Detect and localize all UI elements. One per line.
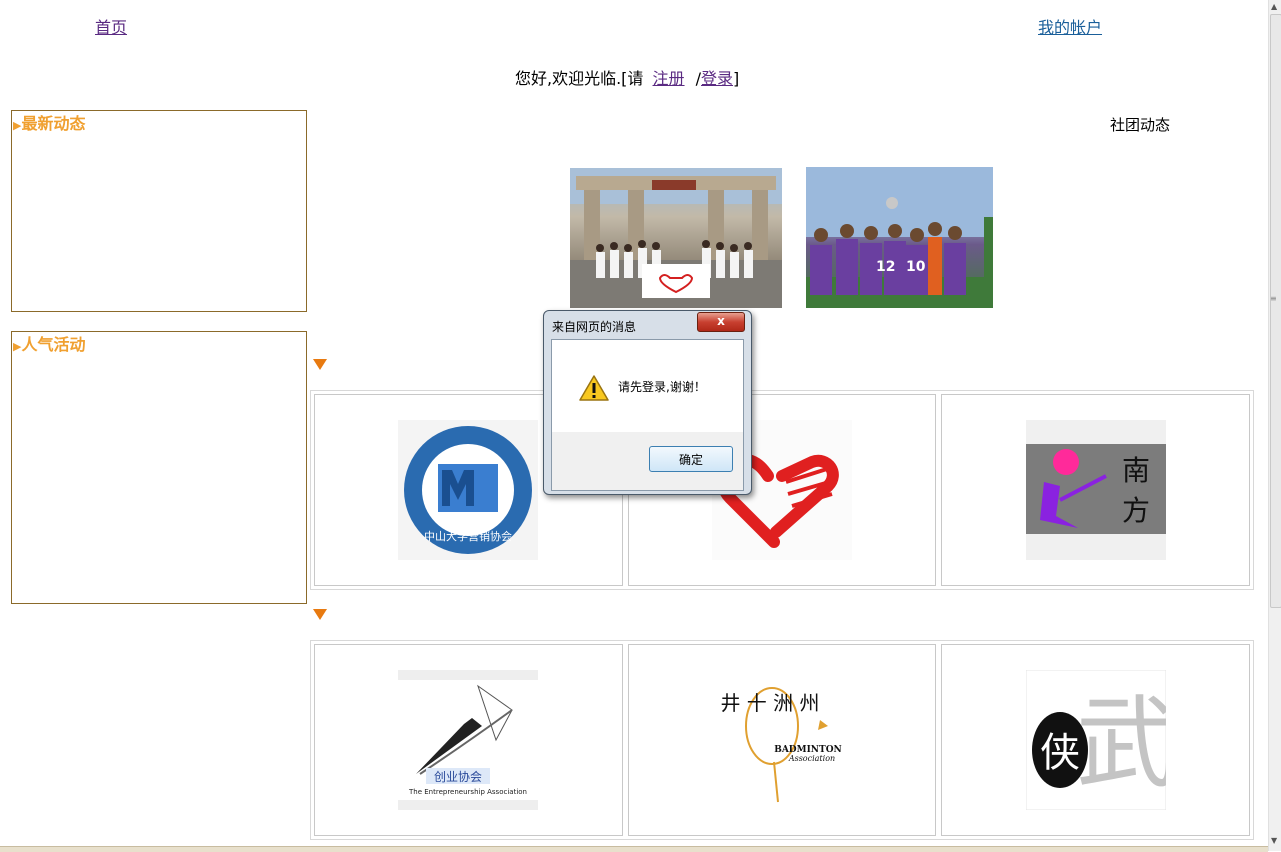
club-card-wushu[interactable]: 武 侠 — [941, 644, 1251, 836]
club-card-entrepreneur[interactable]: 创业协会 The Entrepreneurship Association — [314, 644, 623, 836]
club-news-label: 社团动态 — [1110, 116, 1171, 134]
scroll-up-arrow-icon[interactable]: ▲ — [1271, 2, 1277, 11]
entrepreneur-logo-en: The Entrepreneurship Association — [408, 788, 527, 796]
marketing-association-logo: 中山大学营销协会 — [398, 420, 539, 560]
club-card-south[interactable]: 南 方 — [941, 394, 1251, 586]
dialog-title: 来自网页的消息 — [552, 320, 637, 334]
ok-button[interactable]: 确定 — [649, 446, 733, 472]
alert-dialog: 来自网页的消息 x 请先登录,谢谢！ 确定 — [543, 310, 752, 495]
wushu-logo-char: 侠 — [1040, 730, 1080, 776]
dialog-titlebar[interactable]: 来自网页的消息 x — [544, 311, 751, 337]
dialog-body: 请先登录,谢谢！ 确定 — [551, 339, 744, 491]
dialog-footer: 确定 — [552, 432, 743, 490]
warning-icon — [579, 375, 609, 401]
scrollbar-thumb[interactable] — [1270, 14, 1281, 608]
latest-news-box: ▶最新动态 — [11, 110, 307, 312]
entrepreneur-logo-cn: 创业协会 — [434, 769, 482, 784]
dialog-close-button[interactable]: x — [697, 312, 745, 332]
club-grid-row-2: 创业协会 The Entrepreneurship Association 井 … — [310, 640, 1254, 840]
dialog-message: 请先登录,谢谢！ — [618, 380, 706, 394]
south-logo-char-1: 南 — [1122, 454, 1150, 487]
badminton-logo-sub: Association — [788, 754, 835, 763]
photo-team-image: 12 10 — [806, 167, 993, 308]
svg-text:10: 10 — [906, 259, 926, 275]
register-link[interactable]: 注册 — [653, 69, 685, 88]
scroll-grip-icon: ≡ — [1270, 294, 1277, 303]
section-arrow-icon — [313, 609, 327, 620]
close-icon: x — [717, 314, 725, 328]
entrepreneur-association-logo: 创业协会 The Entrepreneurship Association — [398, 670, 539, 810]
marketing-logo-cn: 中山大学营销协会 — [424, 529, 512, 543]
badminton-logo-cn: 井 十 洲 州 — [720, 691, 819, 715]
login-link[interactable]: 登录 — [701, 69, 733, 88]
wushu-club-logo: 武 侠 — [1025, 669, 1176, 811]
photo-gate-image — [570, 168, 782, 308]
wushu-logo-bg-char: 武 — [1076, 685, 1166, 802]
popular-activities-box: ▶人气活动 — [11, 331, 307, 604]
browser-status-strip — [0, 846, 1268, 852]
welcome-bar: 您好,欢迎光临.[请 注册 /登录] — [515, 65, 739, 89]
welcome-suffix: ] — [733, 69, 740, 88]
scroll-down-arrow-icon[interactable]: ▼ — [1271, 836, 1277, 845]
photo-volunteers-gate[interactable] — [570, 168, 782, 308]
welcome-text: 您好,欢迎光临.[请 — [515, 69, 644, 88]
club-card-badminton[interactable]: 井 十 洲 州 BADMINTON Association — [627, 644, 937, 836]
photo-football-team[interactable]: 12 10 — [806, 167, 993, 308]
svg-text:12: 12 — [876, 259, 895, 275]
club-grid-row-1: 中山大学营销协会 南 方 — [310, 390, 1254, 590]
latest-news-title: 最新动态 — [21, 114, 86, 133]
nav-account-link[interactable]: 我的帐户 — [1038, 14, 1102, 38]
south-club-logo: 南 方 — [1025, 420, 1166, 560]
nav-home-link[interactable]: 首页 — [95, 14, 127, 38]
section-arrow-icon — [313, 359, 327, 370]
south-logo-char-2: 方 — [1122, 494, 1150, 527]
vertical-scrollbar[interactable]: ▲ ≡ ▼ — [1268, 0, 1281, 851]
popular-activities-title: 人气活动 — [21, 335, 86, 354]
badminton-association-logo: 井 十 洲 州 BADMINTON Association — [712, 670, 852, 810]
